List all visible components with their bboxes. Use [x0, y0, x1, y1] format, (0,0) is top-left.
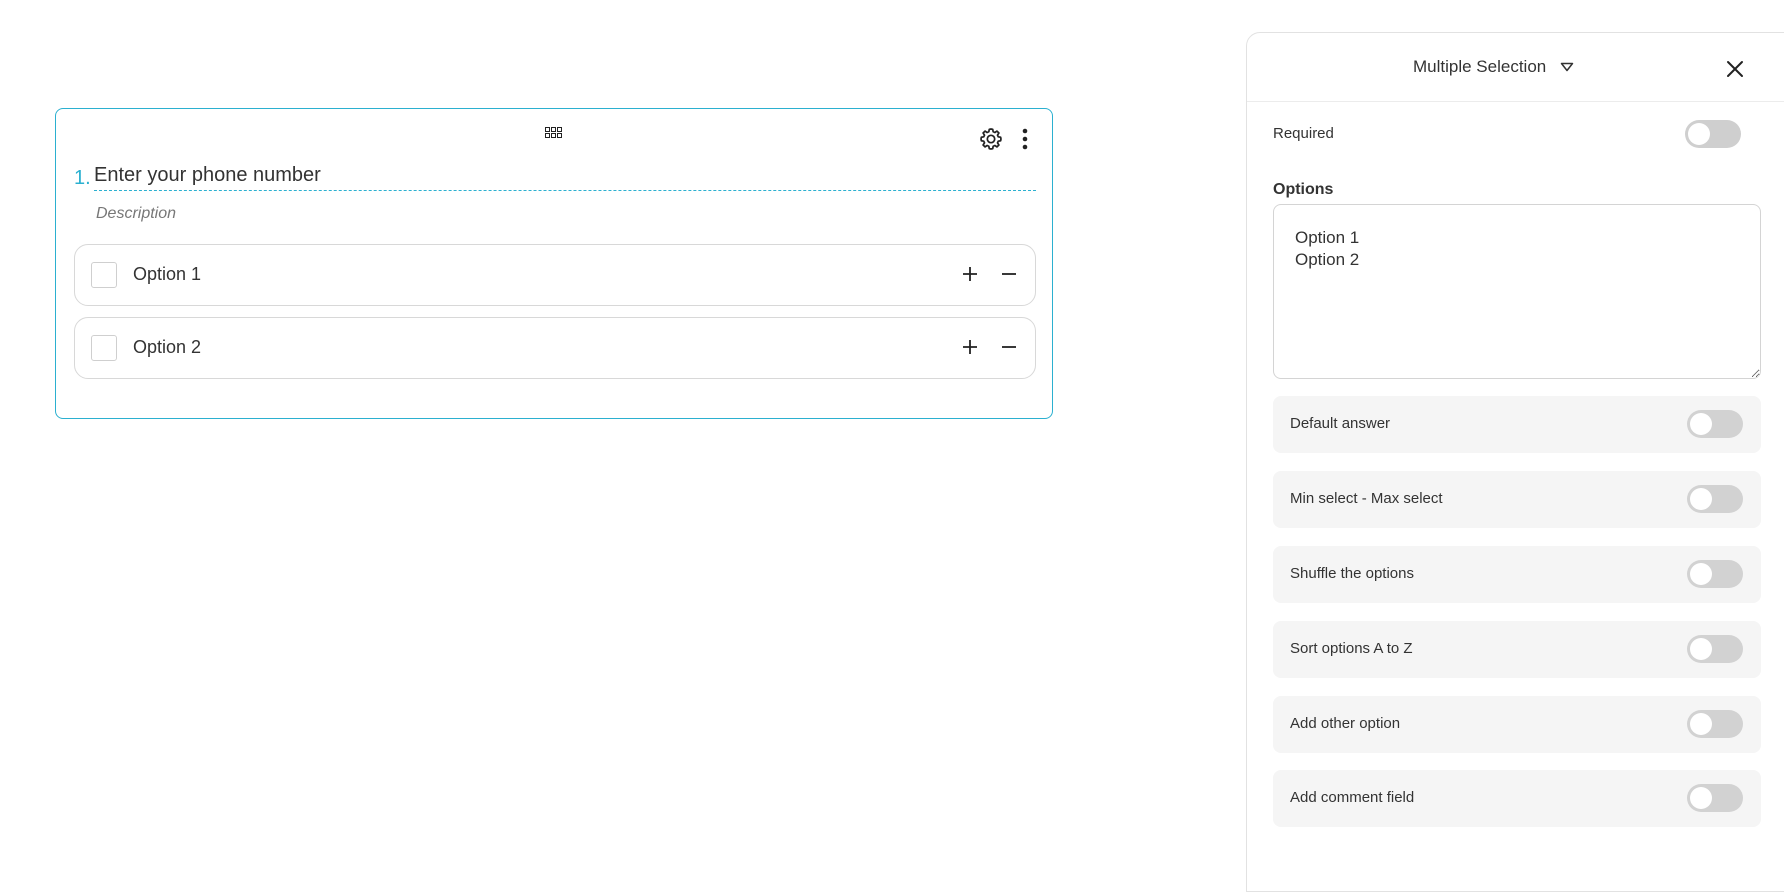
remove-option-button[interactable]	[997, 335, 1021, 359]
close-icon	[1727, 61, 1743, 77]
question-number: 1.	[74, 167, 91, 189]
setting-row-add-comment-field: Add comment field	[1273, 770, 1761, 827]
setting-row-sort-options: Sort options A to Z	[1273, 621, 1761, 678]
question-description-input[interactable]: Description	[96, 205, 176, 223]
setting-label: Add other option	[1290, 715, 1401, 732]
add-option-button[interactable]	[958, 335, 982, 359]
dropdown-triangle-icon	[1561, 62, 1574, 72]
option-checkbox[interactable]	[91, 335, 117, 361]
question-settings-panel: Multiple Selection Required Options Defa…	[1246, 32, 1784, 892]
panel-header: Multiple Selection	[1247, 33, 1784, 102]
more-vertical-icon	[1022, 128, 1028, 150]
setting-row-default-answer: Default answer	[1273, 396, 1761, 453]
options-textarea[interactable]	[1273, 204, 1761, 379]
add-other-option-toggle[interactable]	[1687, 710, 1743, 738]
shuffle-options-toggle[interactable]	[1687, 560, 1743, 588]
question-more-button[interactable]	[1018, 126, 1032, 152]
plus-icon	[963, 267, 977, 281]
close-panel-button[interactable]	[1725, 59, 1745, 79]
setting-row-add-other-option: Add other option	[1273, 696, 1761, 753]
option-label[interactable]: Option 1	[133, 264, 201, 285]
required-toggle[interactable]	[1685, 120, 1741, 148]
minus-icon	[1002, 346, 1016, 348]
setting-label: Min select - Max select	[1290, 490, 1443, 507]
options-heading: Options	[1273, 181, 1334, 198]
question-card[interactable]: 1. Enter your phone number Description O…	[55, 108, 1053, 419]
question-type-label: Multiple Selection	[1413, 57, 1547, 76]
sort-options-toggle[interactable]	[1687, 635, 1743, 663]
default-answer-toggle[interactable]	[1687, 410, 1743, 438]
option-label[interactable]: Option 2	[133, 337, 201, 358]
setting-label: Sort options A to Z	[1290, 640, 1413, 657]
drag-handle-icon[interactable]	[545, 127, 563, 141]
required-label: Required	[1273, 125, 1334, 142]
option-row: Option 1	[74, 244, 1036, 306]
setting-label: Shuffle the options	[1290, 565, 1414, 582]
option-checkbox[interactable]	[91, 262, 117, 288]
setting-label: Default answer	[1290, 415, 1391, 432]
question-type-select[interactable]: Multiple Selection	[1413, 55, 1574, 79]
remove-option-button[interactable]	[997, 262, 1021, 286]
option-row: Option 2	[74, 317, 1036, 379]
add-comment-field-toggle[interactable]	[1687, 784, 1743, 812]
setting-row-min-max-select: Min select - Max select	[1273, 471, 1761, 528]
setting-label: Add comment field	[1290, 789, 1415, 806]
question-settings-button[interactable]	[978, 126, 1004, 152]
plus-icon	[963, 340, 977, 354]
setting-row-shuffle-options: Shuffle the options	[1273, 546, 1761, 603]
gear-icon	[980, 128, 1002, 150]
question-title-input[interactable]: Enter your phone number	[94, 163, 1036, 191]
minus-icon	[1002, 273, 1016, 275]
min-max-select-toggle[interactable]	[1687, 485, 1743, 513]
add-option-button[interactable]	[958, 262, 982, 286]
